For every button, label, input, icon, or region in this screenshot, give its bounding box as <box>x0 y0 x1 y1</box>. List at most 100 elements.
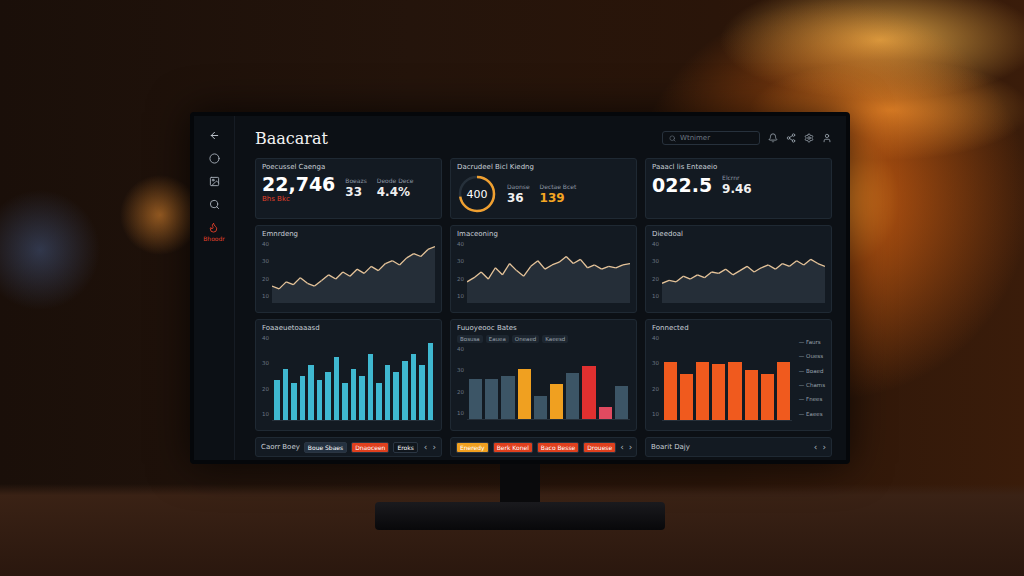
y-ticks: 40302010 <box>457 346 464 420</box>
bars <box>272 335 435 421</box>
line-segment <box>587 265 594 268</box>
monitor-screen: BhoodrBaacaratWtnimerPoecussel Caenga22,… <box>190 112 850 464</box>
search-field[interactable]: Wtnimer <box>662 131 760 145</box>
stat-title: Poecussel Caenga <box>262 163 435 171</box>
line-segment <box>421 249 428 256</box>
sidebar-item[interactable]: Bhoodr <box>203 222 225 242</box>
line-segment <box>407 254 414 258</box>
chip[interactable]: Drouese <box>583 442 616 453</box>
line-chart <box>467 241 630 303</box>
bar <box>599 407 612 419</box>
arrow-button[interactable]: ‹ <box>620 442 624 452</box>
line-segment <box>322 275 329 281</box>
gauge-fill <box>460 177 494 211</box>
search-icon <box>669 135 676 142</box>
line-segment <box>552 262 559 265</box>
chart-body: 40302010 <box>262 335 435 421</box>
user-icon[interactable] <box>822 133 832 143</box>
tick: 10 <box>457 410 464 416</box>
line-segment <box>602 266 609 269</box>
line-segment <box>676 276 683 282</box>
arrow-button[interactable]: › <box>629 442 633 452</box>
line-segment <box>595 265 602 269</box>
line-segment <box>811 259 818 263</box>
chip[interactable]: Dnaoceen <box>351 442 389 453</box>
legend-item: Oneaed <box>512 335 539 343</box>
chip[interactable]: Eroks <box>393 442 417 453</box>
y-ticks: 40302010 <box>457 241 464 303</box>
bar <box>501 376 514 419</box>
gear-icon[interactable] <box>804 133 814 143</box>
bar <box>402 361 408 420</box>
chart-title: Imaceoning <box>457 230 630 238</box>
search-placeholder: Wtnimer <box>680 134 710 142</box>
tick: 10 <box>262 411 269 417</box>
line-chart-card: Dieedoal40302010 <box>645 225 832 313</box>
tick: 10 <box>652 411 659 417</box>
bars <box>467 346 630 420</box>
line-segment <box>683 276 690 279</box>
tick: 20 <box>652 386 659 392</box>
line-segment <box>705 272 712 278</box>
line-chart-card: Imaceoning 40302010 <box>450 225 637 313</box>
stat-row: 022.5Elcrnr9.46 <box>652 174 825 196</box>
metric: Deode Dece4.4% <box>377 177 414 199</box>
tick: 40 <box>652 241 659 247</box>
metric-label: Deode Dece <box>377 177 414 184</box>
metric-label: Boeazs <box>345 177 366 184</box>
gauge: 400 <box>457 174 497 214</box>
bar <box>777 362 790 420</box>
tick: 40 <box>262 241 269 247</box>
bar <box>274 380 280 420</box>
bar <box>385 365 391 420</box>
legend-item: — Eaees <box>799 411 825 417</box>
bar-chart-card: Foaaeuetoaaasd 40302010 <box>255 319 442 431</box>
line-chart-card: Emnrdeng40302010 <box>255 225 442 313</box>
chip[interactable]: Eneredy <box>456 442 489 453</box>
chart-title: Emnrdeng <box>262 230 435 238</box>
bar <box>291 383 297 420</box>
stat-row: 400Daonse36Dectae Bcet139 <box>457 174 630 214</box>
pager: ‹› <box>814 442 826 452</box>
sidebar-item[interactable] <box>209 153 220 164</box>
line-segment <box>488 268 495 279</box>
line-segment <box>726 269 733 275</box>
line-segment <box>662 280 669 283</box>
chip[interactable]: Berk Konel <box>493 442 533 453</box>
arrow-button[interactable]: ‹ <box>814 442 818 452</box>
line-segment <box>371 266 378 270</box>
arrow-button[interactable]: ‹ <box>424 442 428 452</box>
line-segment <box>538 261 545 269</box>
stat-title: Dacrudeel Bicl Kiedng <box>457 163 630 171</box>
back-icon[interactable] <box>209 130 220 141</box>
line-segment <box>775 264 782 270</box>
stat-card: Dacrudeel Bicl Kiedng 400Daonse36Dectae B… <box>450 158 637 219</box>
arrow-button[interactable]: › <box>822 442 826 452</box>
line-segment <box>712 272 719 273</box>
sidebar: Bhoodr <box>194 116 235 460</box>
line-segment <box>510 264 517 271</box>
line-segment <box>797 261 804 265</box>
sidebar-item[interactable] <box>209 176 220 187</box>
line-segment <box>559 257 566 263</box>
metric-value: 33 <box>345 185 366 199</box>
chart-body: 40302010 <box>457 241 630 303</box>
line-segment <box>272 286 279 289</box>
header-tools: Wtnimer <box>662 131 832 145</box>
chip[interactable]: Boue Sbaes <box>304 442 347 453</box>
line-segment <box>733 271 740 275</box>
line-segment <box>300 278 307 284</box>
line-segment <box>307 283 314 286</box>
legend-item: — Boaed <box>799 368 825 374</box>
bar <box>351 369 357 421</box>
line-segment <box>623 264 630 265</box>
chart-title: Foaaeuetoaaasd <box>262 324 435 332</box>
bell-icon[interactable] <box>768 133 778 143</box>
line-segment <box>350 269 357 276</box>
footer-bar: Caorr BoeyBoue SbaesDnaoceenEroks‹› <box>255 437 442 457</box>
arrow-button[interactable]: › <box>432 442 436 452</box>
monitor-base <box>375 502 665 530</box>
sidebar-item[interactable] <box>209 199 220 210</box>
share-icon[interactable] <box>786 133 796 143</box>
chip[interactable]: Baco Besse <box>537 442 579 453</box>
